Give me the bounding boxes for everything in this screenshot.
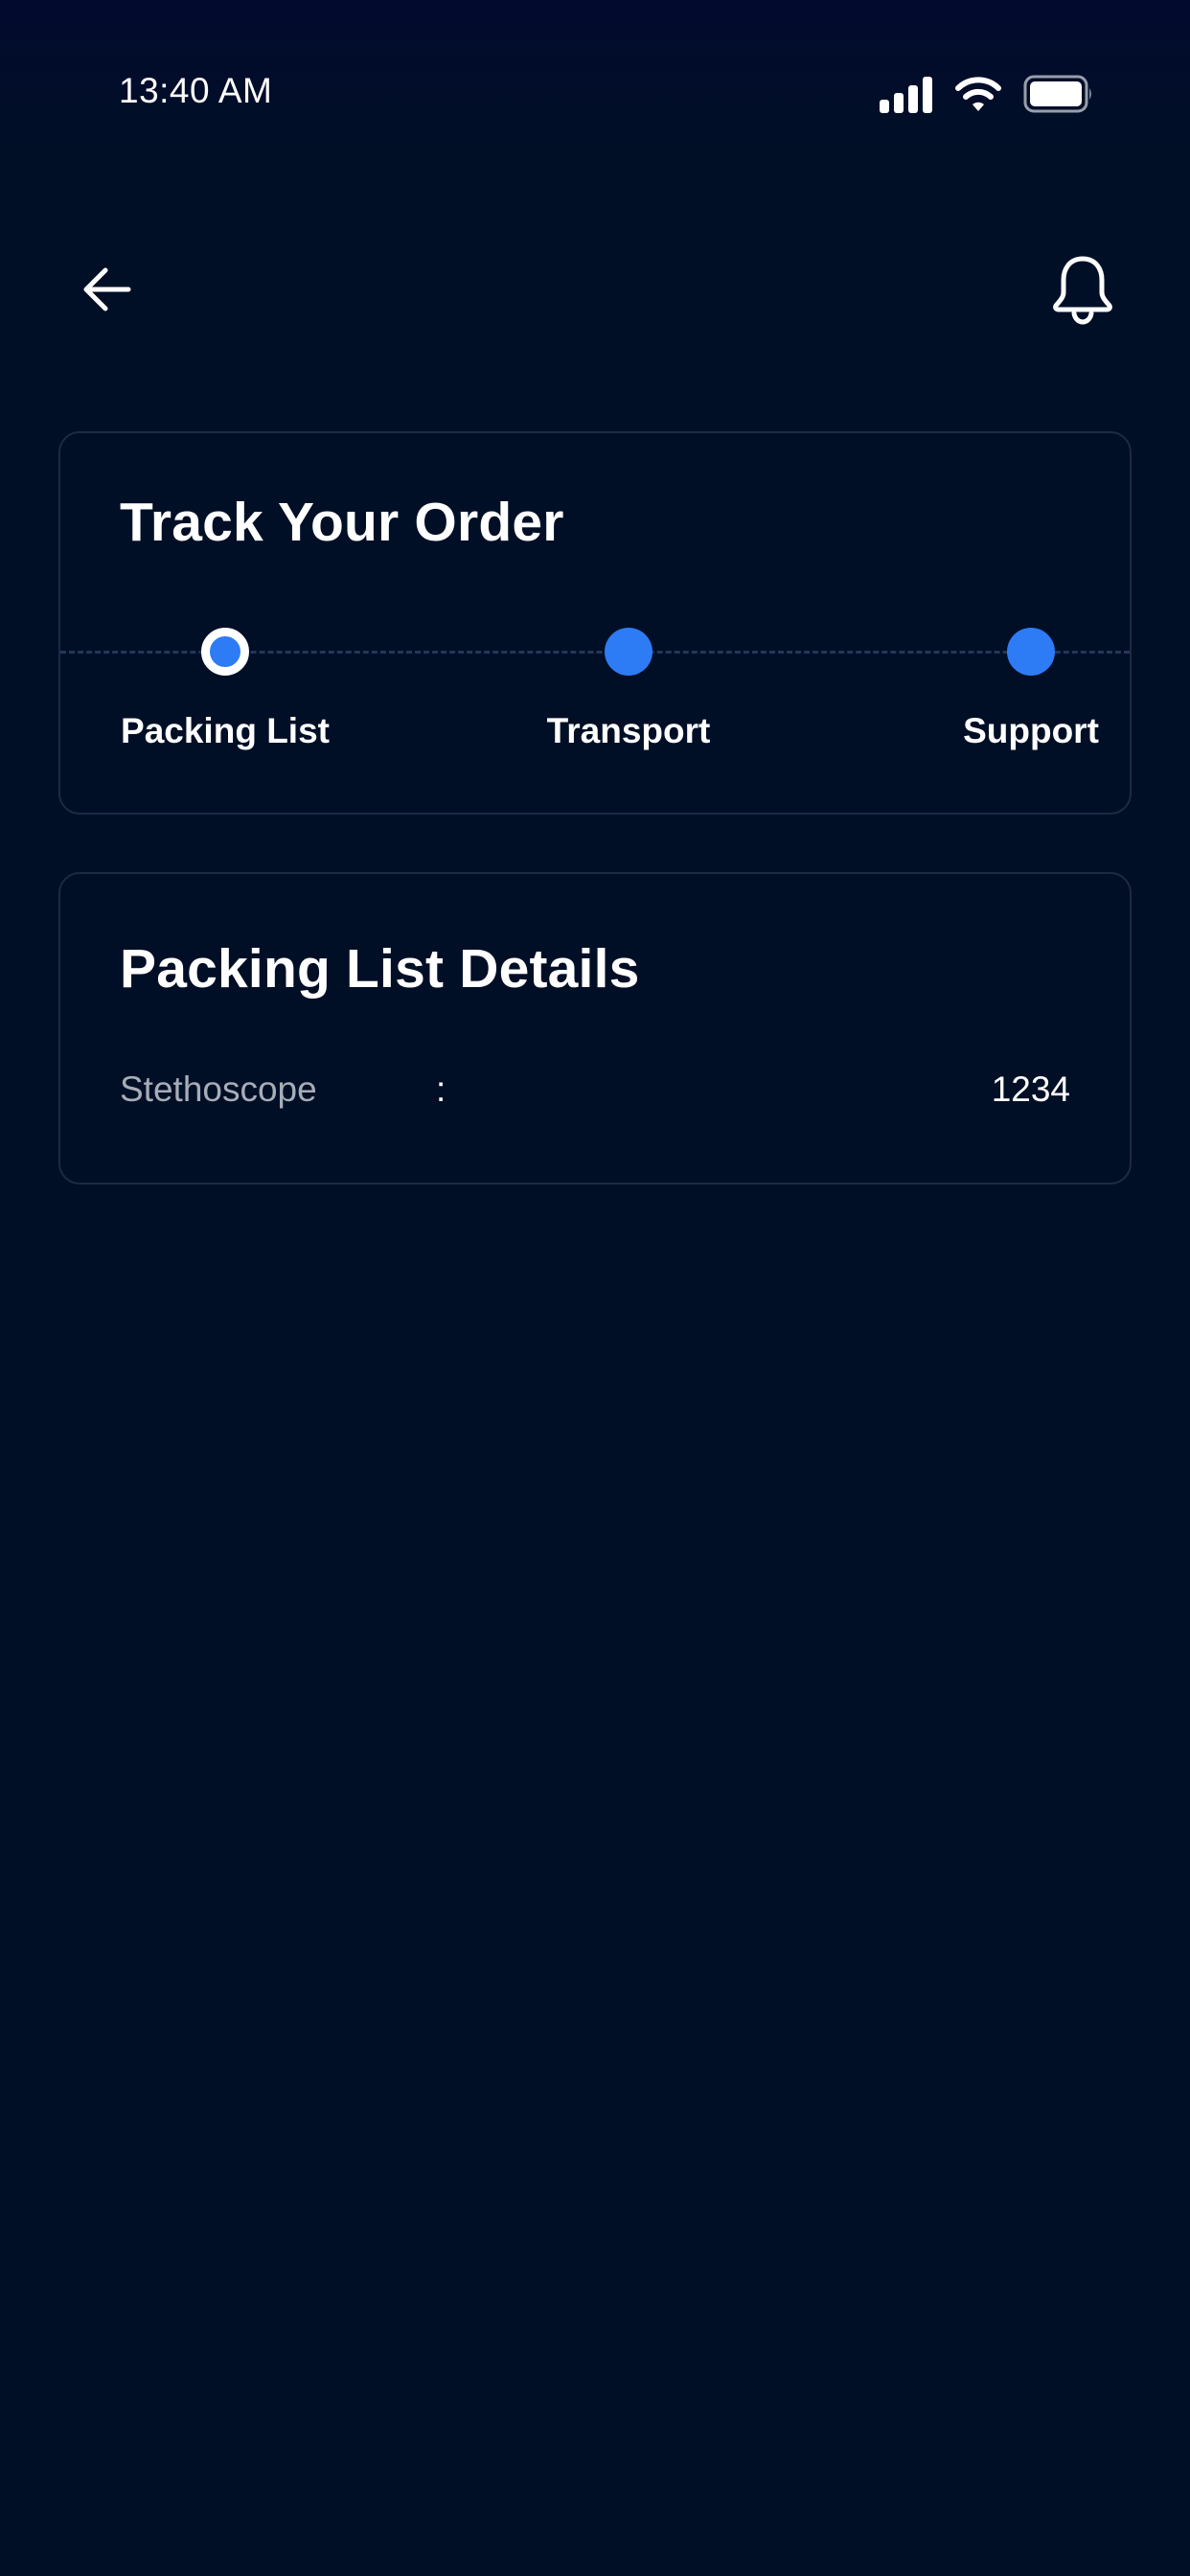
battery-icon (1023, 75, 1094, 118)
status-icons (880, 75, 1094, 118)
step-label: Support (963, 711, 1099, 750)
wifi-icon (954, 76, 1002, 117)
step-dot (1007, 628, 1055, 676)
packing-details-title: Packing List Details (120, 938, 640, 1000)
bell-icon (1053, 256, 1112, 325)
step-label: Packing List (121, 711, 330, 750)
detail-value: 1234 (991, 1070, 1070, 1109)
detail-label: Stethoscope (120, 1070, 317, 1109)
signal-icon (880, 75, 933, 118)
step-dot-active (201, 628, 249, 676)
status-bar: 13:40 AM (0, 0, 1190, 153)
step-dot (605, 628, 652, 676)
arrow-left-icon (83, 267, 131, 311)
status-time: 13:40 AM (119, 71, 273, 110)
detail-separator: : (436, 1070, 446, 1109)
back-button[interactable] (73, 255, 142, 324)
packing-details-card: Packing List Details Stethoscope : 1234 (58, 872, 1132, 1184)
notification-button[interactable] (1044, 251, 1121, 328)
track-order-card: Track Your Order Packing List Transport … (58, 431, 1132, 815)
track-order-title: Track Your Order (120, 492, 564, 553)
detail-row: Stethoscope : 1234 (120, 1070, 1070, 1117)
step-label: Transport (546, 711, 711, 750)
track-order-screen: 13:40 AM Track Your Order Packing List T… (0, 0, 1190, 2576)
